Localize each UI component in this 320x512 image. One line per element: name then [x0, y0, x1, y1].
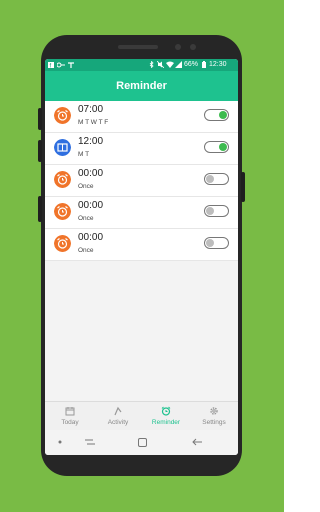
earpiece-speaker [118, 45, 158, 49]
dot-icon[interactable] [58, 440, 62, 444]
tab-label: Activity [107, 419, 129, 426]
alarm-icon [54, 235, 71, 252]
tab-label: Settings [202, 419, 226, 426]
facebook-icon: f [48, 62, 54, 68]
system-nav-bar [45, 430, 238, 455]
list-item[interactable]: 00:00 Once [45, 197, 238, 229]
alarm-icon [161, 406, 171, 416]
reminder-days: Once [78, 183, 94, 190]
alarm-icon [54, 203, 71, 220]
reminder-toggle[interactable] [204, 141, 229, 153]
list-item[interactable]: 07:00 M T W T F [45, 101, 238, 133]
reminder-days: M T W T F [78, 119, 109, 126]
app-bar: Reminder [45, 71, 238, 101]
list-item[interactable]: 00:00 Once [45, 229, 238, 261]
toggle-knob [206, 239, 214, 247]
key-icon [57, 62, 65, 68]
front-camera [175, 44, 181, 50]
tab-activity[interactable]: Activity [94, 402, 142, 431]
bixby-button [38, 196, 42, 222]
book-icon [54, 139, 71, 156]
alarm-icon [54, 107, 71, 124]
list-item[interactable]: 12:00 M T [45, 133, 238, 165]
reminder-toggle[interactable] [204, 173, 229, 185]
toggle-knob [206, 207, 214, 215]
sensor [190, 44, 196, 50]
reminder-toggle[interactable] [204, 109, 229, 121]
tab-label: Today [61, 419, 79, 426]
calendar-icon [65, 407, 75, 416]
reminder-toggle[interactable] [204, 237, 229, 249]
alarm-icon [54, 171, 71, 188]
bottom-nav: Today Activity Reminder Settings [45, 401, 238, 431]
clock: 12:30 [209, 61, 227, 68]
home-icon[interactable] [138, 438, 147, 447]
tab-reminder[interactable]: Reminder [142, 402, 190, 431]
tab-settings[interactable]: Settings [190, 402, 238, 431]
bluetooth-icon [149, 61, 154, 68]
toggle-knob [219, 111, 227, 119]
recents-icon[interactable] [85, 438, 95, 446]
wifi-icon [166, 61, 174, 68]
battery-icon [202, 61, 206, 68]
reminder-toggle[interactable] [204, 205, 229, 217]
list-item[interactable]: 00:00 Once [45, 165, 238, 197]
tab-label: Reminder [151, 419, 181, 426]
toggle-knob [219, 143, 227, 151]
tab-today[interactable]: Today [46, 402, 94, 431]
page-title: Reminder [116, 80, 167, 92]
reminder-time: 00:00 [78, 232, 104, 243]
status-bar: f 66% 12:30 [45, 59, 238, 71]
reminder-days: Once [78, 247, 94, 254]
battery-percent: 66% [184, 61, 199, 68]
screen: f 66% 12:30 Reminder 07:00 M T W T F 12:… [45, 59, 238, 455]
reminder-days: Once [78, 215, 94, 222]
tools-icon [68, 62, 74, 68]
power-button [241, 172, 245, 202]
reminder-time: 00:00 [78, 168, 104, 179]
mute-icon [157, 61, 164, 68]
reminder-days: M T [78, 151, 90, 158]
reminder-list: 07:00 M T W T F 12:00 M T 00:00 Once 00:… [45, 101, 238, 261]
reminder-time: 00:00 [78, 200, 104, 211]
toggle-knob [206, 175, 214, 183]
volume-button [38, 108, 42, 130]
gear-icon [210, 407, 218, 415]
reminder-time: 07:00 [78, 104, 104, 115]
back-icon[interactable] [192, 438, 202, 446]
signal-icon [175, 61, 182, 68]
reminder-time: 12:00 [78, 136, 104, 147]
activity-icon [114, 406, 122, 416]
volume-down-button [38, 140, 42, 162]
